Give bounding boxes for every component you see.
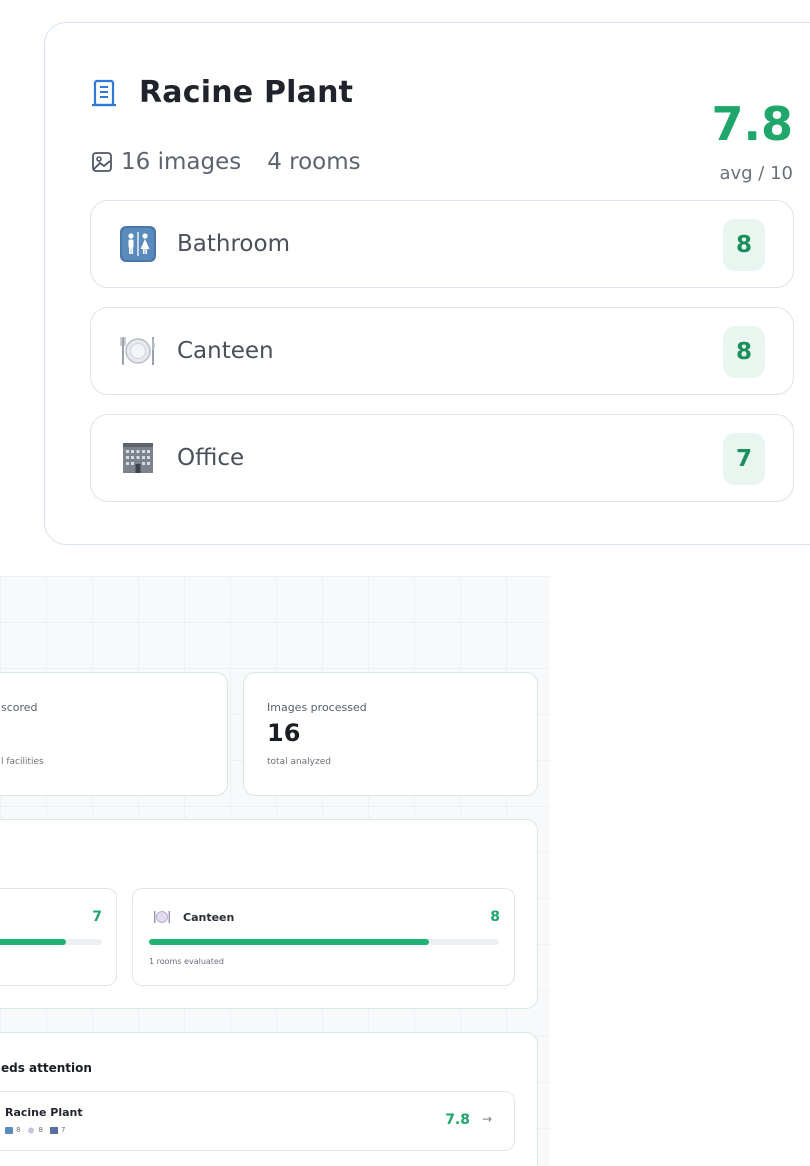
stat-label: scored [1,701,38,714]
image-icon [92,152,112,172]
category-progress-fill [149,939,429,945]
room-row-canteen[interactable]: Canteen 8 [90,307,794,395]
facility-meta: 16 images 4 rooms [91,149,361,175]
stat-label: Images processed [267,701,367,714]
stat-value: 16 [267,719,301,747]
room-name: Bathroom [177,231,290,257]
attention-row-racine-plant[interactable]: Racine Plant 8 8 7 7.8 → [0,1091,515,1151]
mini-score: 8 [38,1126,43,1134]
room-name: Office [177,445,245,471]
facility-score: 7.8 [711,97,794,151]
room-row-office[interactable]: Office 7 [90,414,794,502]
room-row-bathroom[interactable]: Bathroom 8 [90,200,794,288]
stat-card-scored: scored l facilities [0,672,228,796]
dashboard: scored l facilities Images processed 16 … [0,576,550,1166]
fork-plate-knife-icon [154,911,170,923]
restroom-icon [5,1126,13,1134]
restroom-icon [119,225,157,263]
office-building-icon [49,1126,58,1134]
room-name: Canteen [177,338,274,364]
category-score: 7 [92,909,102,925]
room-count: 4 rooms [267,149,361,175]
category-progress-fill [0,939,66,945]
arrow-right-icon[interactable]: → [482,1112,492,1126]
facility-avg-label: avg / 10 [719,163,793,184]
attention-facility-name: Racine Plant [5,1106,83,1119]
mini-score: 8 [16,1126,21,1134]
category-score: 8 [490,909,500,925]
mini-score: 7 [60,1126,66,1134]
category-card-canteen[interactable]: Canteen 8 1 rooms evaluated [132,888,515,986]
room-score-badge: 8 [723,219,765,271]
category-progress-track [0,939,102,945]
category-name: Canteen [183,911,235,924]
room-score-badge: 8 [723,326,765,378]
fork-plate-knife-icon [28,1127,35,1133]
attention-room-scores: 8 8 7 [5,1126,72,1134]
stat-card-images-processed: Images processed 16 total analyzed [243,672,538,796]
category-panel: 7 Canteen 8 1 rooms evaluated [0,819,538,1009]
facility-name: Racine Plant [139,75,354,110]
facility-title-row: Racine Plant [91,75,353,110]
category-progress-track [149,939,499,945]
needs-attention-title: eds attention [1,1061,92,1075]
fork-plate-knife-icon [119,332,157,370]
stat-sub: l facilities [1,757,44,767]
attention-score: 7.8 [445,1112,470,1128]
building-icon [92,79,116,106]
stat-sub: total analyzed [267,757,331,767]
image-count: 16 images [121,149,242,175]
facility-card[interactable]: Racine Plant 16 images 4 rooms 7.8 avg /… [44,22,810,545]
needs-attention-panel: eds attention Racine Plant 8 8 7 7.8 → [0,1032,538,1166]
office-building-icon [119,439,157,477]
category-card[interactable]: 7 [0,888,117,986]
category-sub: 1 rooms evaluated [149,957,224,966]
room-score-badge: 7 [723,433,765,485]
